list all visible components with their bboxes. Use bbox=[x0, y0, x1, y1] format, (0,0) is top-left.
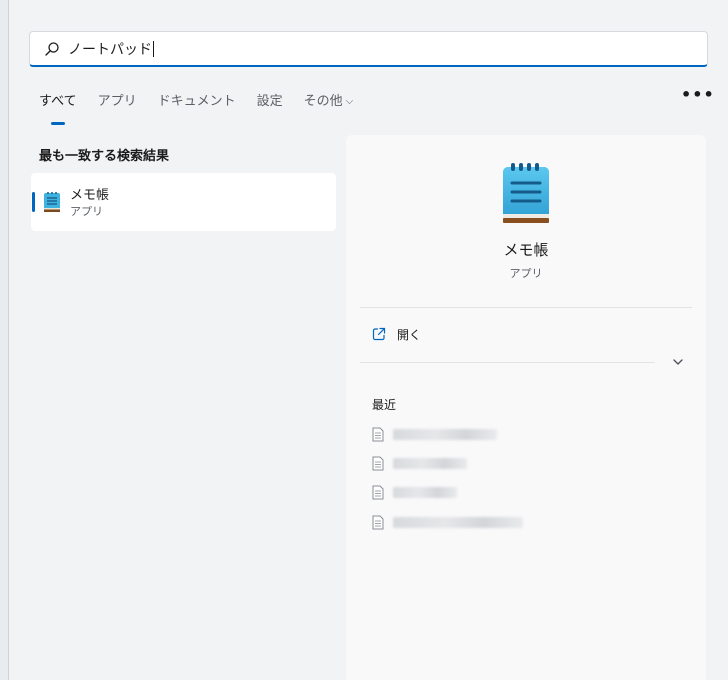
tab-all[interactable]: すべて bbox=[39, 90, 77, 116]
details-pane: メモ帳 アプリ 開く 最近 bbox=[346, 135, 706, 680]
tab-documents[interactable]: ドキュメント bbox=[158, 90, 236, 116]
recent-file-name bbox=[393, 458, 467, 469]
recent-file-name bbox=[393, 517, 523, 528]
document-icon bbox=[372, 485, 384, 500]
best-match-heading: 最も一致する検索結果 bbox=[39, 149, 170, 164]
open-button-label: 開く bbox=[397, 328, 422, 342]
tab-settings[interactable]: 設定 bbox=[257, 90, 283, 116]
document-icon bbox=[372, 427, 384, 442]
search-icon bbox=[45, 42, 59, 56]
selection-indicator bbox=[32, 192, 35, 212]
more-options-button[interactable]: ••• bbox=[681, 86, 714, 108]
divider bbox=[360, 307, 692, 308]
search-input[interactable]: ノートパッド bbox=[29, 31, 708, 67]
best-match-kind: アプリ bbox=[70, 205, 103, 218]
chevron-down-icon: ⌵ bbox=[345, 96, 354, 107]
document-icon bbox=[372, 456, 384, 471]
recent-file-item[interactable] bbox=[372, 513, 672, 533]
tab-more-categories[interactable]: その他 ⌵ bbox=[304, 90, 354, 116]
recent-file-item[interactable] bbox=[372, 425, 672, 445]
filter-tabs: すべて アプリ ドキュメント 設定 その他 ⌵ bbox=[39, 90, 374, 116]
open-external-icon bbox=[372, 327, 386, 341]
open-button[interactable]: 開く bbox=[360, 321, 560, 349]
details-app-kind: アプリ bbox=[509, 267, 543, 280]
search-query-text: ノートパッド bbox=[68, 41, 154, 58]
notepad-icon bbox=[503, 163, 549, 223]
recent-file-item[interactable] bbox=[372, 483, 672, 503]
recent-file-name bbox=[393, 487, 457, 498]
divider bbox=[360, 362, 655, 363]
text-caret bbox=[153, 41, 154, 57]
best-match-name: メモ帳 bbox=[70, 188, 110, 203]
details-app-name: メモ帳 bbox=[503, 241, 549, 259]
chevron-down-icon[interactable] bbox=[670, 354, 686, 370]
tab-apps[interactable]: アプリ bbox=[98, 90, 137, 116]
document-icon bbox=[372, 515, 384, 530]
search-panel: ノートパッド すべて アプリ ドキュメント 設定 その他 ⌵ ••• 最も一致する… bbox=[8, 0, 728, 680]
recent-file-name bbox=[393, 429, 497, 440]
recent-file-item[interactable] bbox=[372, 454, 672, 474]
best-match-result[interactable]: メモ帳 アプリ bbox=[31, 173, 336, 231]
notepad-icon bbox=[44, 192, 60, 212]
recent-heading: 最近 bbox=[372, 398, 397, 412]
